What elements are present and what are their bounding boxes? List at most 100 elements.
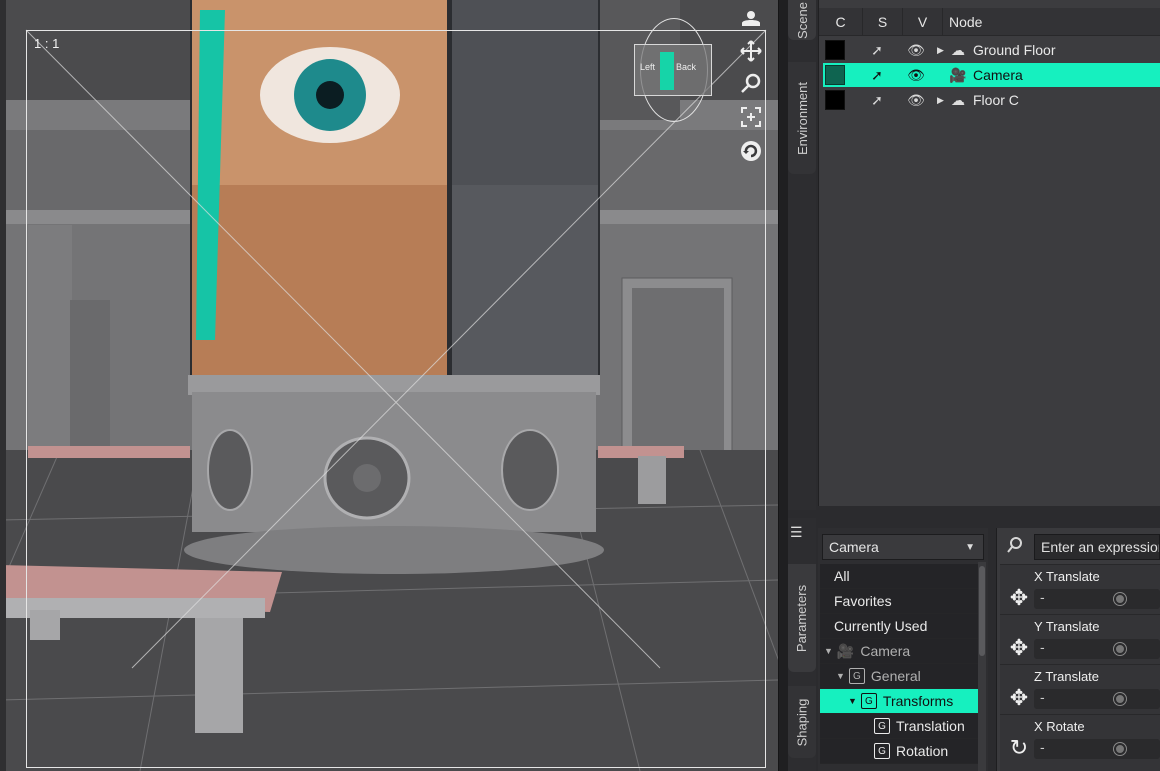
column-header-node[interactable]: Node [943, 8, 1160, 36]
tree-scrollbar-thumb[interactable] [979, 566, 985, 656]
visibility-eye-icon[interactable]: 👁 [905, 92, 927, 109]
expanded-arrow-icon[interactable]: ▼ [836, 671, 845, 681]
chevron-down-icon: ▼ [965, 541, 975, 553]
view-cube-highlight [660, 52, 674, 90]
tree-item-label: All [834, 568, 850, 584]
tree-item-label: Currently Used [834, 618, 928, 634]
param-label: Z Translate [1034, 669, 1100, 684]
color-swatch[interactable] [825, 65, 845, 85]
move-icon[interactable]: ✥ [1006, 585, 1032, 611]
expression-search-input[interactable] [1034, 534, 1160, 560]
tab-parameters[interactable]: Parameters [788, 564, 816, 672]
tree-item-label: Rotation [896, 743, 949, 759]
tab-scene[interactable]: Scene [788, 0, 816, 40]
parameter-tree: Camera ▼ All Favorites Currently Used ▼ … [818, 528, 988, 771]
camera-orbit-icon[interactable] [736, 4, 766, 34]
node-label: Ground Floor [973, 42, 1056, 58]
scene-pane: C S V Node ➚ 👁 ▶ ☁ Ground Floor ➚ 👁 🎥 Ca… [818, 0, 1160, 506]
pane-options-icon[interactable]: ☰ [790, 524, 803, 541]
slider-knob[interactable] [1114, 743, 1126, 755]
param-slider[interactable] [1034, 689, 1160, 709]
move-icon[interactable]: ✥ [1006, 685, 1032, 711]
scene-row-floor-c[interactable]: ➚ 👁 ▶ ☁ Floor C [823, 88, 1160, 112]
group-g-icon: G [874, 718, 890, 734]
node-label: Floor C [973, 92, 1019, 108]
expanded-arrow-icon[interactable]: ▼ [848, 696, 857, 706]
zoom-icon[interactable] [736, 68, 766, 98]
tree-item-general[interactable]: ▼ G General [820, 664, 978, 689]
tab-shaping[interactable]: Shaping [788, 686, 816, 758]
tree-item-transforms[interactable]: ▼ G Transforms [820, 689, 978, 714]
tab-environment-label: Environment [794, 81, 810, 155]
slider-knob[interactable] [1114, 593, 1126, 605]
camera-icon: 🎥 [949, 66, 967, 83]
node-select-value: Camera [829, 539, 879, 555]
tab-shaping-label: Shaping [794, 698, 810, 746]
param-value[interactable]: - [1040, 689, 1045, 705]
param-value[interactable]: - [1040, 739, 1045, 755]
column-header-s[interactable]: S [863, 8, 903, 36]
scene-row-ground-floor[interactable]: ➚ 👁 ▶ ☁ Ground Floor [823, 38, 1160, 62]
param-value[interactable]: - [1040, 589, 1045, 605]
viewport[interactable]: 1 : 1 Left Back [0, 0, 778, 771]
visibility-eye-icon[interactable]: 👁 [905, 42, 927, 59]
expanded-arrow-icon[interactable]: ▼ [824, 646, 833, 656]
param-label: X Translate [1034, 569, 1100, 584]
node-label: Camera [973, 67, 1023, 83]
expand-arrow-icon[interactable]: ▶ [937, 95, 947, 106]
scene-tab-strip: Scene Environment [788, 0, 816, 510]
selectable-icon[interactable]: ➚ [867, 67, 887, 84]
rotate-icon[interactable]: ↻ [1006, 735, 1032, 761]
lower-tab-strip: Parameters Shaping [788, 518, 816, 771]
tree-item-rotation[interactable]: G Rotation [820, 739, 978, 764]
param-label: X Rotate [1034, 719, 1085, 734]
tree-item-label: General [870, 668, 921, 684]
scene-header: C S V Node [819, 8, 1160, 36]
tree-item-camera[interactable]: ▼ 🎥 Camera [820, 639, 978, 664]
tree-item-currently-used[interactable]: Currently Used [820, 614, 978, 639]
tree-item-label: Camera [860, 643, 911, 659]
tab-parameters-label: Parameters [794, 584, 810, 652]
selectable-icon[interactable]: ➚ [867, 92, 887, 109]
param-label: Y Translate [1034, 619, 1100, 634]
viewport-edge [0, 0, 6, 771]
group-g-icon: G [874, 743, 890, 759]
view-cube-back-label: Back [676, 62, 697, 72]
slider-knob[interactable] [1114, 693, 1126, 705]
group-icon: ☁ [951, 41, 965, 58]
column-header-c[interactable]: C [819, 8, 863, 36]
pane-splitter[interactable] [816, 506, 1160, 518]
column-header-v[interactable]: V [903, 8, 943, 36]
tree-item-favorites[interactable]: Favorites [820, 589, 978, 614]
rotate-icon[interactable] [736, 136, 766, 166]
param-slider[interactable] [1034, 639, 1160, 659]
slider-knob[interactable] [1114, 643, 1126, 655]
view-cube-left-label: Left [640, 62, 656, 72]
selectable-icon[interactable]: ➚ [867, 42, 887, 59]
group-g-icon: G [860, 693, 877, 709]
tree-item-label: Translation [896, 718, 965, 734]
tree-item-all[interactable]: All [820, 564, 978, 589]
tab-scene-label: Scene [794, 1, 810, 39]
search-icon[interactable] [1006, 536, 1024, 559]
param-value[interactable]: - [1040, 639, 1045, 655]
param-slider[interactable] [1034, 589, 1160, 609]
visibility-eye-icon[interactable]: 👁 [905, 67, 927, 84]
camera-icon: 🎥 [836, 642, 855, 659]
expand-arrow-icon[interactable]: ▶ [937, 45, 947, 56]
scene-row-camera[interactable]: ➚ 👁 🎥 Camera [823, 63, 1160, 87]
param-slider[interactable] [1034, 739, 1160, 759]
aspect-ratio-label: 1 : 1 [34, 36, 60, 51]
pan-icon[interactable] [736, 36, 766, 66]
param-y-translate: Y Translate ✥ - [1000, 614, 1160, 664]
color-swatch[interactable] [825, 90, 845, 110]
group-icon: ☁ [951, 91, 965, 108]
color-swatch[interactable] [825, 40, 845, 60]
pane-divider[interactable] [778, 0, 788, 771]
tree-item-translation[interactable]: G Translation [820, 714, 978, 739]
tab-environment[interactable]: Environment [788, 62, 816, 174]
frame-icon[interactable] [736, 102, 766, 132]
move-icon[interactable]: ✥ [1006, 635, 1032, 661]
param-x-translate: X Translate ✥ - [1000, 564, 1160, 614]
node-select[interactable]: Camera ▼ [822, 534, 984, 560]
